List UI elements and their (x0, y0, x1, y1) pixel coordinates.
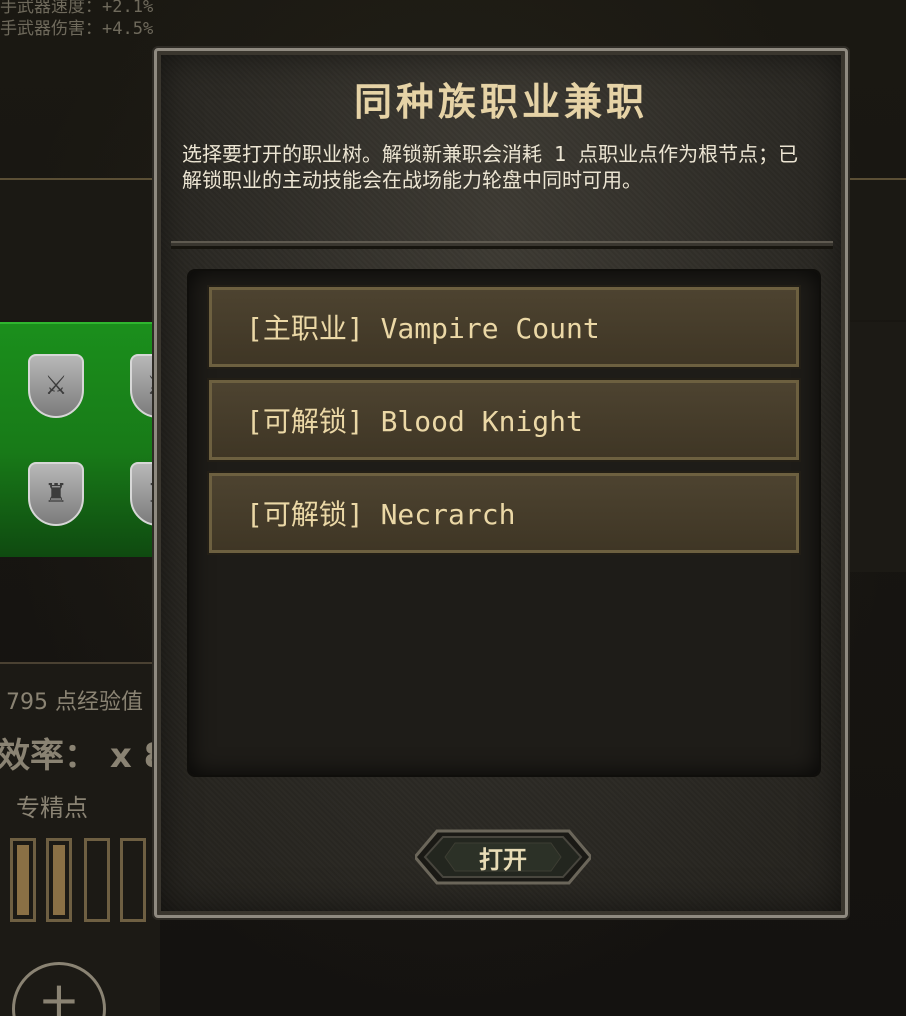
spec-point-slot (46, 838, 72, 922)
class-option-label: [可解锁] Blood Knight (246, 405, 583, 438)
class-option-label: [可解锁] Necrarch (246, 498, 516, 531)
spec-point-slot (10, 838, 36, 922)
background-side-panel (840, 322, 906, 572)
skill-tree-panel: ⚔ ⚔ ♜ ♜ (0, 322, 186, 557)
weapon-stats: 手武器速度：+2.1% 手武器伤害：+4.5% (0, 0, 153, 40)
spec-points-label: 专精点 (16, 794, 88, 822)
class-option-blood-knight[interactable]: [可解锁] Blood Knight (209, 380, 799, 460)
dialog-description: 选择要打开的职业树。解锁新兼职会消耗 1 点职业点作为根节点；已解锁职业的主动技… (182, 142, 799, 192)
open-button-label: 打开 (479, 845, 527, 874)
spec-point-slot (120, 838, 146, 922)
shield-icon[interactable]: ⚔ (28, 354, 84, 418)
shield-icon[interactable]: ♜ (28, 462, 84, 526)
dialog-divider (171, 241, 833, 249)
dialog-title: 同种族职业兼职 (353, 79, 648, 124)
weapon-damage-stat: 手武器伤害：+4.5% (0, 19, 154, 39)
class-multiclass-dialog: 同种族职业兼职 选择要打开的职业树。解锁新兼职会消耗 1 点职业点作为根节点；已… (154, 48, 848, 918)
class-option-label: [主职业] Vampire Count (246, 312, 600, 345)
spec-point-slot (84, 838, 110, 922)
open-button[interactable]: 打开 (415, 827, 591, 887)
class-list: [主职业] Vampire Count [可解锁] Blood Knight [… (187, 269, 821, 777)
rate-text: 效率： x 8 (0, 736, 168, 776)
weapon-speed-stat: 手武器速度：+2.1% (0, 0, 154, 17)
class-option-necrarch[interactable]: [可解锁] Necrarch (209, 473, 799, 553)
experience-text: 795 点经验值 (6, 690, 143, 715)
class-option-vampire-count[interactable]: [主职业] Vampire Count (209, 287, 799, 367)
